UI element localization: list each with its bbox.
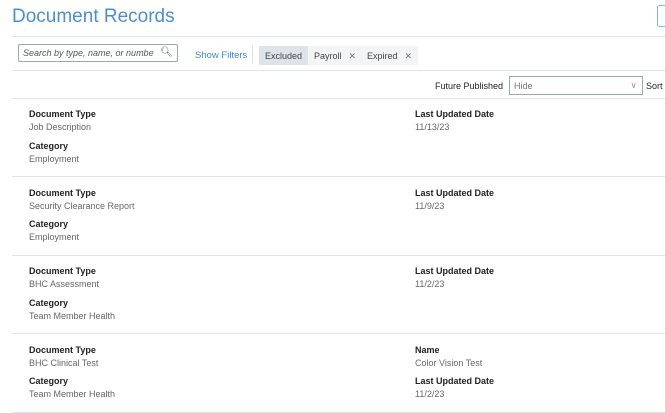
close-icon[interactable]: ✕: [405, 51, 413, 61]
divider: [12, 70, 665, 71]
field-label: Document Type: [29, 187, 96, 198]
filter-chip-expired[interactable]: Expired ✕: [361, 46, 419, 65]
field-label: Name: [415, 344, 440, 355]
page-title: Document Records: [12, 6, 175, 27]
field-label: Last Updated Date: [415, 376, 495, 386]
field-value: Color Vision Test: [415, 357, 483, 368]
search-icon[interactable]: 🔍︎: [160, 47, 173, 58]
field-label: Document Type: [29, 344, 96, 355]
record-row[interactable]: Document Type BHC Assessment Category Team …: [0, 255, 665, 334]
record-row[interactable]: Document Type Job Description Category Empl…: [0, 98, 665, 177]
field-value: Team Member Health: [29, 310, 116, 321]
field-label: Document Type: [29, 266, 96, 276]
field-label: Document Type: [29, 109, 96, 119]
show-filters-link[interactable]: Show Filters: [195, 50, 247, 61]
filter-chip-payroll[interactable]: Payroll ✕: [308, 46, 363, 65]
close-icon[interactable]: ✕: [349, 51, 357, 61]
record-row[interactable]: Document Type Security Clearance Report Ca…: [0, 177, 665, 256]
field-value: 11/2/23: [415, 389, 445, 399]
chevron-down-icon: ∨: [630, 80, 637, 90]
field-label: Category: [29, 219, 69, 229]
divider: [12, 36, 665, 37]
field-value: Employment: [29, 232, 80, 242]
search-placeholder: Search by type, name, or numbe: [23, 48, 154, 58]
field-label: Last Updated Date: [415, 187, 495, 198]
field-value: 11/9/23: [415, 200, 445, 211]
future-published-label: Future Published: [435, 81, 504, 91]
field-value: BHC Assessment: [29, 279, 100, 289]
field-label: Category: [29, 140, 69, 151]
field-value: Team Member Health: [29, 389, 116, 399]
record-row[interactable]: Document Type BHC Clinical Test Category Te…: [0, 334, 665, 413]
divider: [12, 411, 665, 413]
select-value: Hide: [514, 81, 533, 91]
field-label: Category: [29, 376, 69, 386]
field-value: 11/13/23: [415, 122, 450, 132]
future-published-select[interactable]: Hide ∨: [509, 76, 643, 95]
search-input[interactable]: Search by type, name, or numbe 🔍︎: [18, 44, 178, 62]
field-label: Last Updated Date: [415, 109, 495, 119]
chip-label: Expired: [367, 51, 398, 61]
filter-chip-excluded[interactable]: Excluded: [259, 46, 309, 65]
field-value: Security Clearance Report: [29, 200, 135, 211]
field-label: Category: [29, 297, 69, 308]
header-action-button[interactable]: [657, 5, 665, 27]
field-value: 11/2/23: [415, 279, 445, 289]
chip-label: Payroll: [314, 51, 342, 61]
field-label: Last Updated Date: [415, 266, 495, 276]
sort-label[interactable]: Sort: [646, 81, 663, 91]
chip-label: Excluded: [265, 51, 303, 61]
field-value: Employment: [29, 153, 80, 164]
divider: [252, 46, 253, 64]
field-value: Job Description: [29, 122, 92, 132]
field-value: BHC Clinical Test: [29, 357, 99, 368]
